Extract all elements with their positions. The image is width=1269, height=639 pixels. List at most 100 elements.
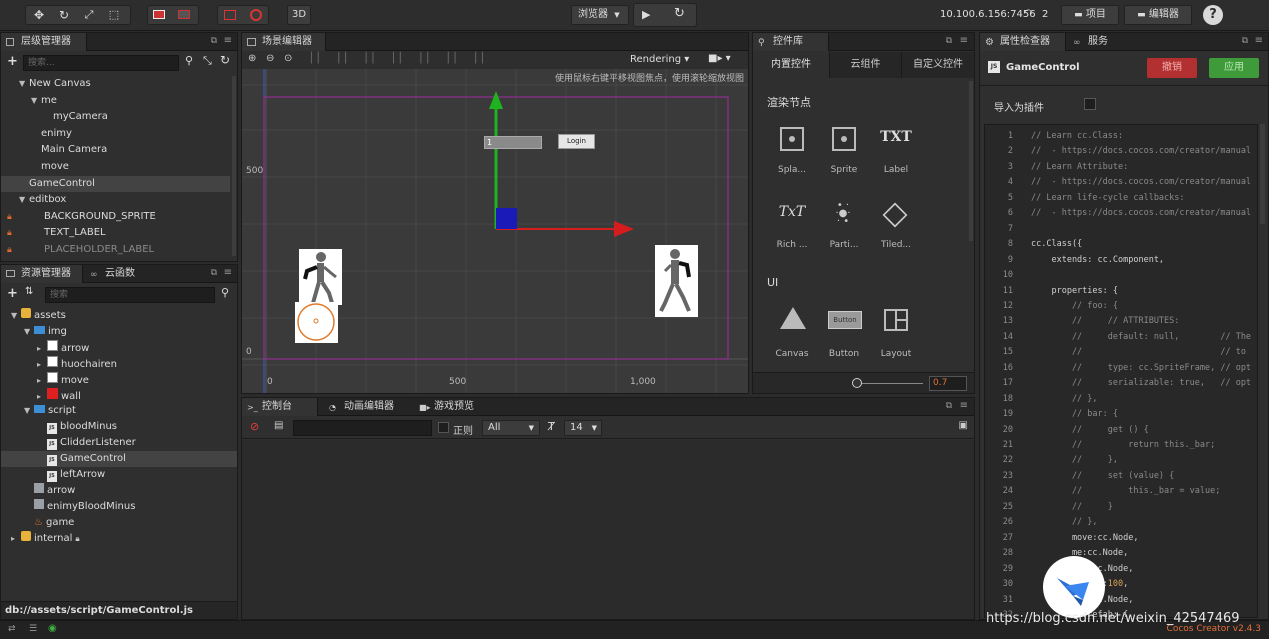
asset-item[interactable]: enimyBloodMinus [1,498,237,515]
camera-icon[interactable]: ■▸ ▾ [708,53,731,64]
expand-arrow-icon[interactable]: ▼ [31,93,41,109]
console-filter-input[interactable] [293,420,432,436]
widget-label[interactable]: TXT Label [870,121,922,189]
zoom-fit-icon[interactable]: ⊙ [284,53,292,64]
maximize-icon[interactable]: ⧉ [946,36,952,46]
widget-richtext[interactable]: TxT Rich ... [766,196,818,264]
log-level-select[interactable]: All ▼ [482,420,540,436]
play-icon[interactable]: ▶ [642,8,650,21]
zoom-out-icon[interactable]: ⊖ [266,53,274,64]
move-tool-icon[interactable]: ✥ [32,8,46,22]
widget-canvas[interactable]: Canvas [766,303,818,371]
tab-service[interactable]: ∞ 服务 [1068,33,1120,51]
scrollbar[interactable] [232,76,236,256]
widget-button[interactable]: Button Button [818,303,870,371]
editor-button[interactable]: ▬ 编辑器 [1124,5,1192,25]
tab-cloud-components[interactable]: 云组件 [829,52,901,78]
hierarchy-node[interactable]: ▼ New Canvas [1,76,230,92]
help-button[interactable]: ? [1203,5,1223,25]
add-asset-icon[interactable]: + [7,286,18,301]
hierarchy-node[interactable]: GameControl [1,175,230,192]
collapse-icon[interactable]: ▣ [959,420,968,431]
menu-icon[interactable]: ≡ [1255,35,1263,46]
hierarchy-search-input[interactable]: 搜索... [23,55,179,71]
hierarchy-node[interactable]: 🔒︎ PLACEHOLDER_LABEL [1,242,230,258]
project-button[interactable]: ▬ 项目 [1061,5,1119,25]
scene-canvas[interactable]: 使用鼠标右键平移视图焦点，使用滚轮缩放视图 500 0 0 500 1,000 … [242,69,748,393]
expand-arrow-icon[interactable]: ▸ [37,389,47,405]
tab-widget-library[interactable]: ⚲ 控件库 [753,33,829,51]
import-plugin-checkbox[interactable] [1084,98,1096,110]
expand-arrow-icon[interactable]: ▸ [37,357,47,373]
widget-sprite[interactable]: Sprite [818,121,870,189]
scale-tool-icon[interactable]: ⤢ [82,8,96,22]
login-button-node[interactable]: Login [558,134,595,149]
scrollbar[interactable] [1260,124,1265,224]
code-editor[interactable]: 1 // Learn cc.Class: 2 // - https://docs.co… [984,124,1258,618]
tab-builtin-widgets[interactable]: 内置控件 [753,52,829,78]
expand-arrow-icon[interactable]: ▸ [37,373,47,389]
widget-splash[interactable]: Spla... [766,121,818,189]
asset-item[interactable]: JS GameControl [1,451,237,468]
asset-item[interactable]: ▼ script [1,403,237,419]
asset-item[interactable]: arrow [1,482,237,499]
zoom-in-icon[interactable]: ⊕ [248,53,256,64]
assets-search-input[interactable]: 搜索 [45,287,215,303]
asset-item[interactable]: ▸ internal 🔒︎ [1,530,237,547]
maximize-icon[interactable]: ⧉ [946,401,952,411]
asset-item[interactable]: ▸ arrow [1,339,237,356]
expand-arrow-icon[interactable]: ▼ [19,76,29,92]
pivot-local-icon[interactable] [153,10,165,19]
maximize-icon[interactable]: ⧉ [1242,36,1248,46]
sort-icon[interactable]: ⇅ [25,286,33,297]
asset-item[interactable]: ▸ huochairen [1,355,237,373]
expand-arrow-icon[interactable]: ▸ [11,531,21,547]
hierarchy-node[interactable]: ▼ editbox [1,192,230,208]
revert-button[interactable]: 撤销 [1147,58,1197,78]
zoom-slider-track[interactable] [853,383,923,384]
refresh-icon[interactable]: ↻ [220,53,230,67]
hierarchy-node[interactable]: Main Camera [1,142,230,158]
refresh-icon[interactable]: ↻ [674,6,685,21]
apply-button[interactable]: 应用 [1209,58,1259,78]
hierarchy-node[interactable]: move [1,159,230,175]
widget-particle[interactable]: • · ·●· · • Parti... [818,196,870,264]
mode-3d-button[interactable]: 3D [287,5,311,25]
snap-rect-icon[interactable] [224,10,236,20]
player-sprite[interactable] [299,249,342,305]
expand-arrow-icon[interactable]: ▼ [24,403,34,419]
network-icon[interactable]: ⇄ [8,624,16,634]
rendering-select[interactable]: Rendering ▾ [630,54,689,65]
hierarchy-node[interactable]: enimy [1,126,230,142]
expand-arrow-icon[interactable]: ▼ [19,192,29,208]
hierarchy-node[interactable]: 🔒︎ TEXT_LABEL [1,225,230,241]
asset-item[interactable]: ▸ wall [1,387,237,405]
tab-cloud-functions[interactable]: ∞ 云函数 [85,265,155,283]
tab-hierarchy[interactable]: 层级管理器 [1,33,87,51]
asset-item[interactable]: ▼ assets [1,308,237,324]
rotate-tool-icon[interactable]: ↻ [57,8,71,22]
asset-item[interactable]: JS leftArrow [1,467,237,483]
hierarchy-node[interactable]: ▼ me [1,93,230,109]
locate-icon[interactable]: ⤡ [203,54,212,68]
log-file-icon[interactable]: ▤ [274,420,283,431]
asset-item[interactable]: JS ClidderListener [1,435,237,451]
preview-target-select[interactable]: 浏览器 ▼ [571,5,629,25]
font-size-select[interactable]: 14 ▼ [564,420,602,436]
tab-animation-editor[interactable]: ◔ 动画编辑器 [324,398,414,416]
hierarchy-node[interactable]: myCamera [1,109,230,125]
widget-tiledmap[interactable]: Tiled... [870,196,922,264]
maximize-icon[interactable]: ⧉ [211,268,217,278]
zoom-value-input[interactable]: 0.7 [929,376,967,391]
expand-arrow-icon[interactable]: ▼ [24,324,34,340]
database-icon[interactable]: ☰ [29,624,37,634]
tab-game-preview[interactable]: ■▸ 游戏预览 [414,398,496,416]
tab-assets[interactable]: 资源管理器 [1,265,83,283]
align-tools[interactable]: ▕▏▕▏▕▏▕▏▕▏▕▏▕▏ [304,53,496,64]
tab-custom-widgets[interactable]: 自定义控件 [901,52,974,78]
snap-circle-icon[interactable] [250,9,262,21]
asset-item[interactable]: JS bloodMinus [1,419,237,435]
search-icon[interactable]: ⚲ [185,54,193,67]
rect-tool-icon[interactable]: ⬚ [107,8,121,22]
regex-checkbox[interactable] [438,422,449,433]
